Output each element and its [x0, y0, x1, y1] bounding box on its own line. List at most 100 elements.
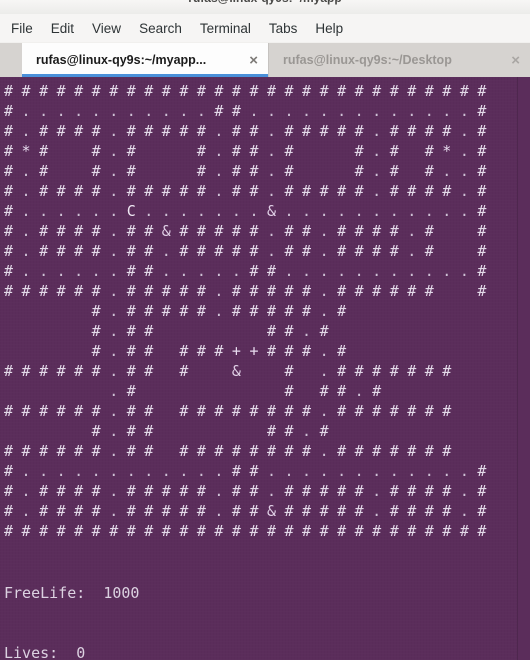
maze-cell: # — [74, 522, 84, 540]
maze-cell: . — [109, 262, 119, 280]
maze-cell: # — [337, 82, 347, 100]
maze-cell: # — [126, 422, 136, 440]
maze-cell: # — [302, 242, 312, 260]
maze-cell: . — [372, 182, 382, 200]
maze-cell: # — [337, 382, 347, 400]
maze-cell: # — [389, 282, 399, 300]
maze-cell: . — [56, 102, 66, 120]
maze-cell: # — [249, 222, 259, 240]
maze-cell: # — [442, 402, 452, 420]
maze-cell: # — [4, 262, 14, 280]
close-icon[interactable]: × — [509, 53, 522, 68]
maze-cell — [477, 341, 495, 361]
maze-cell: # — [302, 482, 312, 500]
maze-row: # # # # # # # # # # # # # # # # # # # # # # # # # # # # — [4, 521, 517, 541]
maze-cell: # — [74, 442, 84, 460]
maze-cell — [460, 401, 478, 421]
maze-cell — [74, 421, 92, 441]
maze-cell: # — [354, 162, 364, 180]
maze-cell — [460, 281, 478, 301]
terminal-scrollbar[interactable] — [517, 77, 530, 660]
maze-cell — [407, 381, 425, 401]
maze-cell: # — [126, 362, 136, 380]
menu-item-help[interactable]: Help — [315, 19, 352, 38]
maze-cell — [144, 161, 162, 181]
maze-cell: # — [91, 342, 101, 360]
maze-cell: # — [477, 482, 487, 500]
maze-cell: . — [302, 202, 312, 220]
menu-item-view[interactable]: View — [92, 19, 130, 38]
maze-cell — [22, 321, 40, 341]
maze-cell: # — [144, 362, 154, 380]
maze-cell: # — [319, 522, 329, 540]
maze-cell: # — [4, 202, 14, 220]
maze-cell: # — [179, 122, 189, 140]
maze-cell: # — [196, 442, 206, 460]
maze-cell: # — [477, 82, 487, 100]
maze-cell: # — [144, 242, 154, 260]
menu-item-search[interactable]: Search — [139, 19, 191, 38]
maze-cell: # — [4, 482, 14, 500]
maze-row: #........... # #............. # — [4, 101, 517, 121]
maze-cell: . — [179, 202, 189, 220]
maze-cell — [337, 421, 355, 441]
maze-cell: # — [91, 162, 101, 180]
maze-cell: . — [319, 302, 329, 320]
maze-cell: # — [56, 442, 66, 460]
maze-cell: # — [477, 182, 487, 200]
maze-cell: . — [214, 262, 224, 280]
menu-item-terminal[interactable]: Terminal — [200, 19, 260, 38]
maze-cell: # — [284, 282, 294, 300]
maze-row: # # # # # # # # # # # # # # # # # # # # # # # # # # # # — [4, 81, 517, 101]
status-lives: Lives: 0 — [4, 644, 86, 660]
maze-cell: # — [56, 502, 66, 520]
maze-cell: # — [56, 222, 66, 240]
maze-row: # # # # # #. # # # # #. # # # # #. # # # # # # # — [4, 281, 517, 301]
maze-cell: # — [302, 182, 312, 200]
maze-cell: # — [337, 482, 347, 500]
maze-cell: # — [477, 142, 487, 160]
tab-desktop[interactable]: rufas@linux-qy9s:~/Desktop × — [268, 43, 530, 77]
maze-cell: # — [231, 302, 241, 320]
maze-cell: . — [284, 202, 294, 220]
maze-cell: . — [372, 142, 382, 160]
maze-row: #. # # # #. # #. # # # # #. # #. # # # #. # # — [4, 241, 517, 261]
maze-cell: . — [266, 102, 276, 120]
maze-cell: # — [249, 402, 259, 420]
maze-row: # * # #. # #. # #. # #. # # *. # — [4, 141, 517, 161]
terminal-area[interactable]: # # # # # # # # # # # # # # # # # # # # # # # # # # # # #...........… — [0, 77, 530, 660]
maze-cell: # — [179, 402, 189, 420]
maze-cell: . — [214, 282, 224, 300]
maze-cell: # — [354, 122, 364, 140]
maze-cell: # — [302, 82, 312, 100]
maze-cell: # — [459, 522, 469, 540]
menu-item-file[interactable]: File — [11, 19, 42, 38]
close-icon[interactable]: × — [247, 53, 260, 68]
maze-cell: # — [144, 282, 154, 300]
maze-cell — [162, 161, 180, 181]
maze-cell — [302, 141, 320, 161]
menu-item-edit[interactable]: Edit — [51, 19, 83, 38]
maze-cell: . — [459, 462, 469, 480]
maze-cell — [372, 321, 390, 341]
maze-cell: # — [56, 82, 66, 100]
maze-cell — [302, 161, 320, 181]
maze-cell — [302, 361, 320, 381]
maze-cell: # — [196, 242, 206, 260]
maze-cell: # — [231, 522, 241, 540]
menu-item-tabs[interactable]: Tabs — [269, 19, 307, 38]
maze-cell: # — [407, 522, 417, 540]
maze-row: # # # # # #. # # # # # # # # # #. # # # # # # # — [4, 441, 517, 461]
maze-cell: # — [389, 482, 399, 500]
maze-cell: . — [126, 102, 136, 120]
maze-cell — [355, 301, 373, 321]
maze-cell — [337, 321, 355, 341]
maze-cell — [460, 301, 478, 321]
maze-cell: . — [407, 262, 417, 280]
maze-cell: # — [231, 282, 241, 300]
tab-myapp[interactable]: rufas@linux-qy9s:~/myapp... × — [22, 43, 268, 77]
maze-cell: # — [126, 442, 136, 460]
maze-cell: . — [109, 382, 119, 400]
maze-cell: # — [319, 182, 329, 200]
menu-bar: File Edit View Search Terminal Tabs Help — [0, 14, 530, 43]
